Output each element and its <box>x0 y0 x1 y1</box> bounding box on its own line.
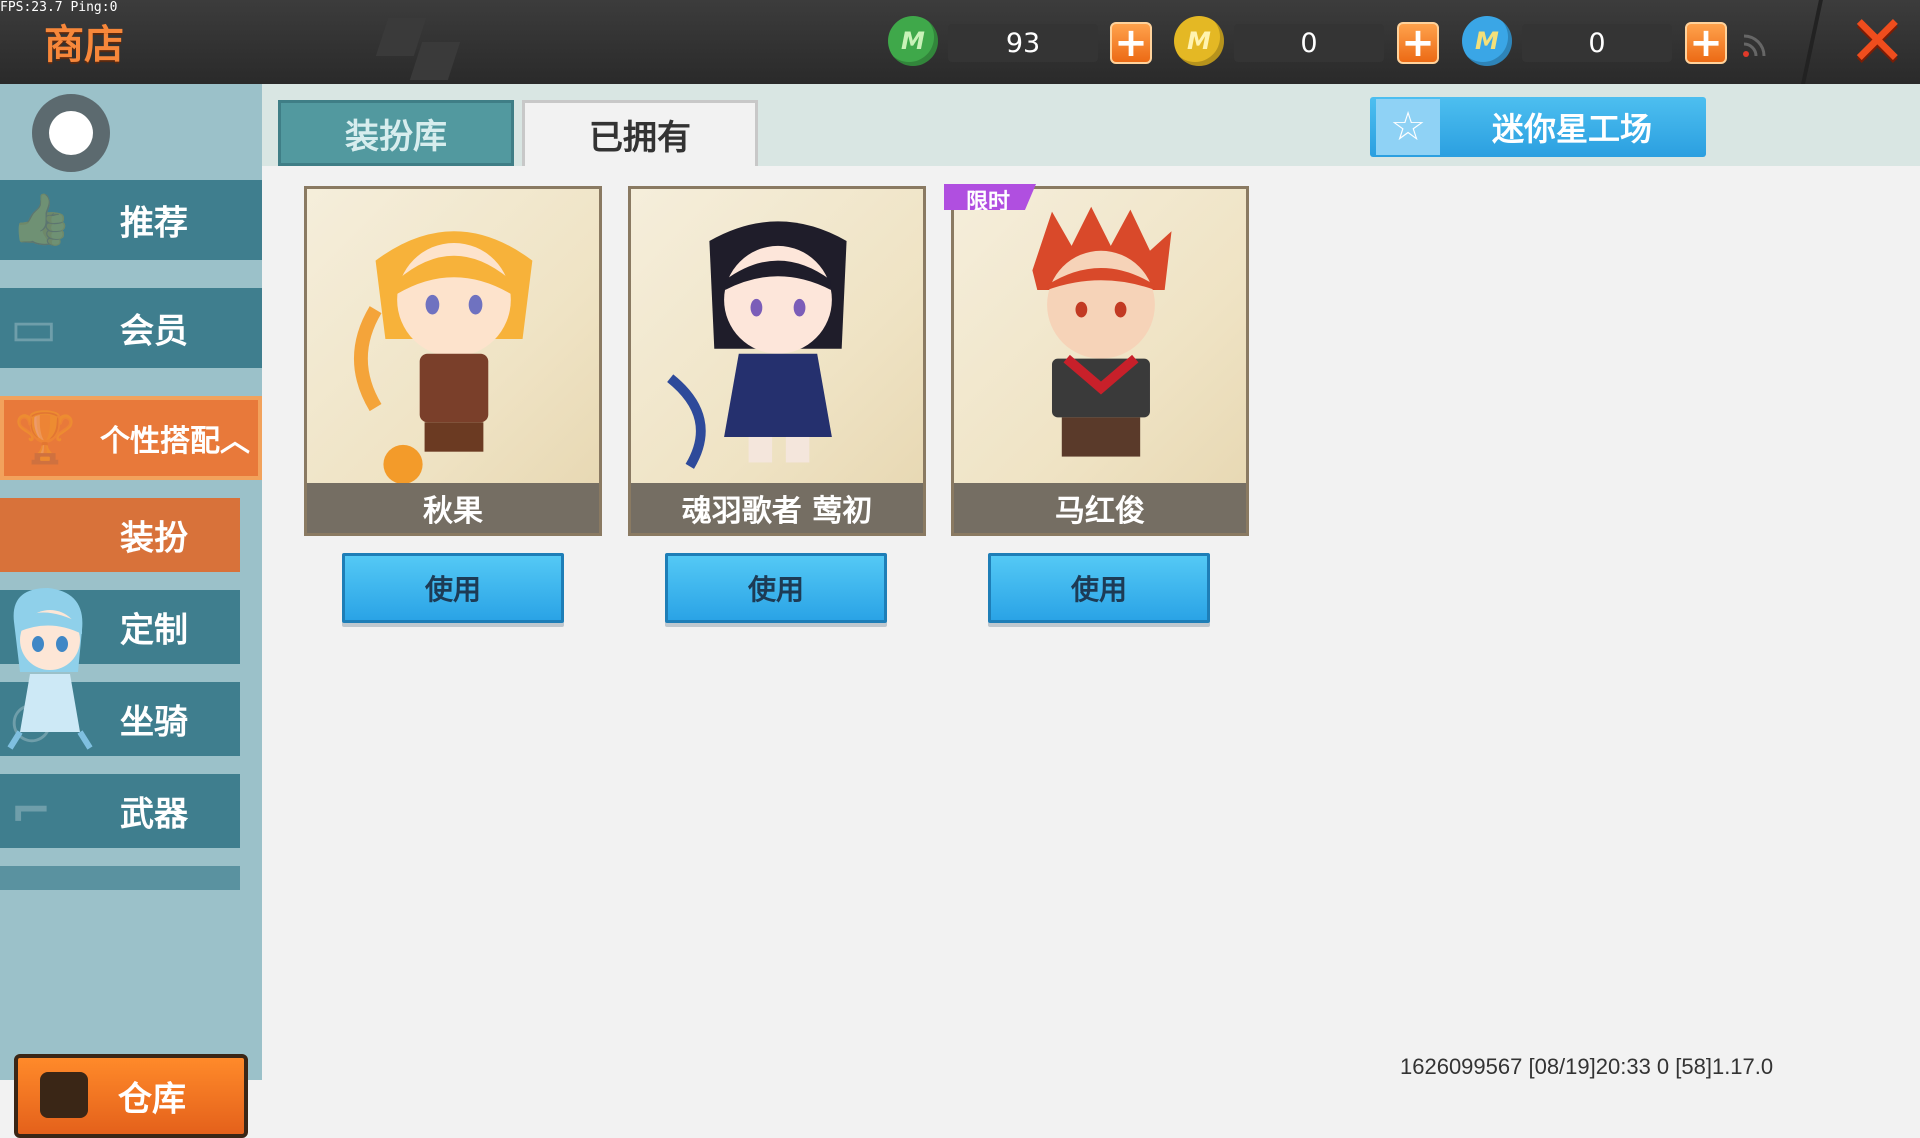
build-info: 1626099567 [08/19]20:33 0 [58]1.17.0 <box>1400 1054 1774 1079</box>
star-icon: ☆ <box>1376 99 1440 155</box>
mini-coin-amount: 0 <box>1234 24 1384 62</box>
mini-point-icon: M <box>1462 16 1512 66</box>
mini-bean-icon: M <box>888 16 938 66</box>
sidebar-item-weapon[interactable]: ⌐ 武器 <box>0 774 240 848</box>
mini-bean-amount: 93 <box>948 24 1098 62</box>
outfit-card[interactable]: 秋果 <box>304 186 602 536</box>
tab-outfit-library[interactable]: 装扮库 <box>278 100 514 166</box>
use-button[interactable]: 使用 <box>342 553 564 623</box>
sidebar-item-label: 个性搭配︿ <box>100 424 250 459</box>
chibi-mascot <box>7 588 93 750</box>
outfit-card[interactable]: 魂羽歌者 莺初 <box>628 186 926 536</box>
mini-coin-icon: M <box>1174 16 1224 66</box>
sidebar: 👍 推荐 ▭ 会员 🏆 个性搭配︿ 装扮 定制 ◔ 坐骑 ⌐ 武器 仓库 <box>0 84 262 1138</box>
sidebar-item-personal-style[interactable]: 🏆 个性搭配︿ <box>0 396 262 480</box>
thumbs-up-icon: 👍 <box>10 190 73 249</box>
close-icon[interactable]: ✕ <box>1848 6 1907 76</box>
warehouse-label: 仓库 <box>118 1079 186 1120</box>
decorative-square <box>409 42 461 80</box>
add-mini-point-button[interactable]: + <box>1685 22 1727 64</box>
sidebar-item-member[interactable]: ▭ 会员 <box>0 288 262 368</box>
warehouse-button[interactable]: 仓库 <box>14 1054 248 1138</box>
signal-icon <box>1743 34 1766 57</box>
mini-point-amount: 0 <box>1522 24 1672 62</box>
sidebar-item-label: 推荐 <box>120 203 188 244</box>
outfit-name: 魂羽歌者 莺初 <box>631 483 923 533</box>
page-title: 商店 <box>44 22 124 68</box>
trophy-icon: 🏆 <box>14 408 77 467</box>
add-mini-coin-button[interactable]: + <box>1397 22 1439 64</box>
sidebar-item-partial[interactable] <box>0 866 240 890</box>
workshop-label: 迷你星工场 <box>1492 110 1653 148</box>
top-divider <box>1801 0 1823 84</box>
character-figure <box>667 221 847 469</box>
character-figure <box>354 231 533 485</box>
limited-time-badge: 限时 <box>944 184 1036 210</box>
sidebar-item-label: 装扮 <box>120 518 188 559</box>
member-icon: ▭ <box>10 299 58 357</box>
avatar[interactable] <box>32 94 110 172</box>
outfit-name: 秋果 <box>307 483 599 533</box>
character-figure <box>1032 206 1172 457</box>
gun-icon: ⌐ <box>10 782 52 840</box>
outfit-card[interactable]: 马红俊 <box>951 186 1249 536</box>
use-button[interactable]: 使用 <box>988 553 1210 623</box>
top-bar: FPS:23.7 Ping:0 商店 M 93 + M 0 + M 0 + ✕ <box>0 0 1920 84</box>
add-mini-bean-button[interactable]: + <box>1110 22 1152 64</box>
sidebar-item-label: 定制 <box>120 610 188 651</box>
tab-owned[interactable]: 已拥有 <box>522 100 758 166</box>
outfit-name: 马红俊 <box>954 483 1246 533</box>
sidebar-item-outfit[interactable]: 装扮 <box>0 498 240 572</box>
sidebar-item-label: 坐骑 <box>120 702 188 743</box>
sidebar-item-label: 会员 <box>120 311 188 352</box>
sidebar-item-label: 武器 <box>120 794 188 835</box>
workshop-button[interactable]: ☆ 迷你星工场 <box>1370 97 1706 157</box>
chest-icon <box>40 1072 88 1118</box>
use-button[interactable]: 使用 <box>665 553 887 623</box>
sidebar-item-recommend[interactable]: 👍 推荐 <box>0 180 262 260</box>
